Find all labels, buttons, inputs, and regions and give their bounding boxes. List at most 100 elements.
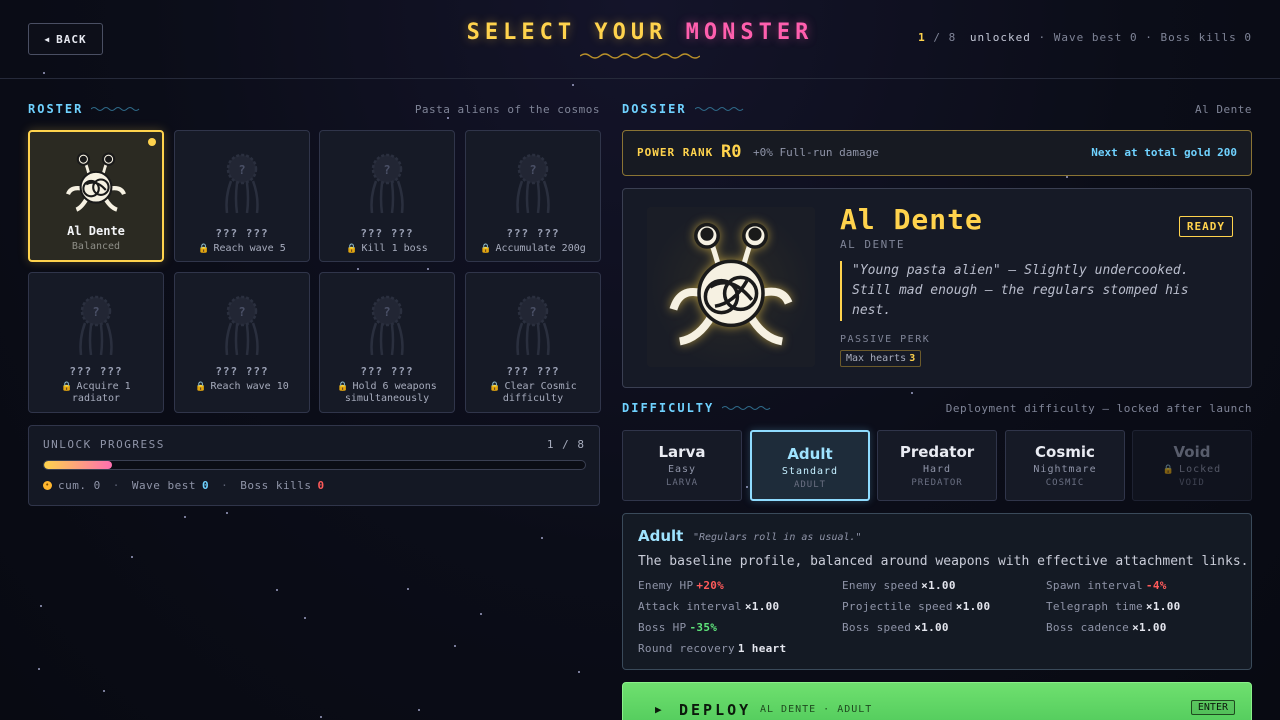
card-name: ??? ??? [506, 365, 560, 378]
stat-value: -35% [689, 621, 718, 634]
squiggle-icon [694, 107, 743, 111]
difficulty-option-adult[interactable]: Adult Standard ADULT [750, 430, 870, 501]
deploy-sub: AL DENTE · ADULT [760, 704, 873, 715]
enter-key-hint: ENTER [1190, 700, 1235, 715]
difficulty-sub: Hard [922, 464, 952, 475]
difficulty-sub: Nightmare [1033, 464, 1097, 475]
difficulty-tag: ADULT [793, 480, 827, 490]
card-name: ??? ??? [506, 227, 560, 240]
difficulty-sub-text: Locked [1179, 464, 1222, 475]
difficulty-tag: LARVA [665, 478, 699, 488]
svg-text:?: ? [383, 163, 390, 177]
difficulty-name: Predator [899, 443, 975, 461]
difficulty-tag: VOID [1179, 478, 1205, 488]
monster-portrait [647, 207, 815, 367]
selected-dot-icon [148, 138, 156, 146]
boss-kills-label: Boss kills [240, 479, 312, 492]
locked-silhouette-icon: ? [466, 289, 600, 359]
locked-silhouette-icon: ? [175, 289, 309, 359]
card-name: ??? ??? [69, 365, 123, 378]
deploy-button[interactable]: ▶ DEPLOY AL DENTE · ADULT ENTER [622, 682, 1252, 720]
roster-card-locked[interactable]: ? ??? ??? 🔒 Reach wave 10 [174, 272, 310, 413]
card-requirement-text: Clear Cosmic difficulty [502, 381, 577, 404]
difficulty-option-cosmic[interactable]: Cosmic Nightmare COSMIC [1005, 430, 1125, 501]
wave-best-label: Wave best [131, 479, 196, 492]
unlock-progress-title: UNLOCK PROGRESS [43, 438, 165, 451]
roster-card-locked[interactable]: ? ??? ??? 🔒 Clear Cosmic difficulty [465, 272, 601, 413]
stat-value: ×1.00 [914, 621, 949, 634]
lock-icon: 🔒 [198, 244, 210, 254]
difficulty-option-larva[interactable]: Larva Easy LARVA [622, 430, 742, 501]
power-rank-next: Next at total gold 200 [1091, 146, 1237, 159]
difficulty-detail-panel: Adult "Regulars roll in as usual." The b… [622, 513, 1252, 670]
difficulty-detail-name: Adult [638, 527, 684, 545]
stat-attack-interval: Attack interval ×1.00 [638, 600, 779, 613]
header-wave-best: Wave best 0 [1053, 31, 1138, 44]
power-rank-desc: +0% Full-run damage [753, 146, 879, 159]
stat-label: Enemy HP [638, 579, 694, 592]
stat-round-recovery: Round recovery 1 heart [638, 642, 786, 655]
stat-boss-speed: Boss speed ×1.00 [842, 621, 949, 634]
card-requirement: 🔒 Acquire 1 radiator [37, 381, 155, 405]
svg-text:?: ? [92, 305, 99, 319]
difficulty-option-void[interactable]: Void 🔒 Locked VOID [1132, 430, 1252, 501]
unlock-progress-panel: UNLOCK PROGRESS 1 / 8 • cum. 0 · Wave be… [28, 425, 600, 506]
monster-code: AL DENTE [840, 238, 905, 251]
stat-boss-hp: Boss HP -35% [638, 621, 717, 634]
roster-card-locked[interactable]: ? ??? ??? 🔒 Reach wave 5 [174, 130, 310, 262]
roster-card-locked[interactable]: ? ??? ??? 🔒 Acquire 1 radiator [28, 272, 164, 413]
header-stats: 1 / 8 unlocked · Wave best 0 · Boss kill… [918, 31, 1252, 44]
roster-card-locked[interactable]: ? ??? ??? 🔒 Accumulate 200g [465, 130, 601, 262]
monster-quote: "Young pasta alien" — Slightly undercook… [840, 261, 1210, 321]
card-name: ??? ??? [360, 227, 414, 240]
stat-spawn-interval: Spawn interval -4% [1046, 579, 1167, 592]
stat-label: Boss cadence [1046, 621, 1130, 634]
roster-card-locked[interactable]: ? ??? ??? 🔒 Hold 6 weapons simultaneously [319, 272, 455, 413]
dossier-card: Al Dente AL DENTE READY "Young pasta ali… [622, 188, 1252, 388]
difficulty-sub: Easy [667, 464, 697, 475]
difficulty-name: Adult [787, 445, 833, 463]
top-bar: ◀ BACK SELECT YOUR MONSTER 1 / 8 unlocke… [0, 0, 1280, 79]
difficulty-name: Cosmic [1035, 443, 1095, 461]
difficulty-tag: COSMIC [1045, 478, 1085, 488]
difficulty-option-predator[interactable]: Predator Hard PREDATOR [877, 430, 997, 501]
unlock-progress-count: 1 / 8 [546, 438, 585, 451]
cum-gold: cum. 0 [58, 479, 101, 492]
roster-card-al-dente[interactable]: Al Dente Balanced [28, 130, 164, 262]
card-name: ??? ??? [215, 365, 269, 378]
monster-name: Al Dente [840, 203, 983, 236]
lock-icon: 🔒 [480, 244, 492, 254]
card-name: Al Dente [67, 224, 125, 238]
stat-label: Telegraph time [1046, 600, 1143, 613]
svg-text:?: ? [238, 163, 245, 177]
locked-silhouette-icon: ? [29, 289, 163, 359]
difficulty-tag: PREDATOR [911, 478, 963, 488]
power-rank-value: R0 [721, 142, 742, 162]
difficulty-sub: Standard [781, 466, 839, 477]
unlock-progress-bar [43, 460, 586, 470]
card-requirement-text: Acquire 1 radiator [71, 381, 131, 404]
card-name: ??? ??? [215, 227, 269, 240]
unlock-progress-fill [44, 461, 112, 469]
header-boss-kills: Boss kills 0 [1160, 31, 1252, 44]
lock-icon: 🔒 [1162, 465, 1176, 475]
difficulty-note: Deployment difficulty — locked after lau… [945, 402, 1252, 415]
passive-perk-label: PASSIVE PERK [840, 334, 931, 345]
difficulty-detail-desc: The baseline profile, balanced around we… [638, 554, 1249, 569]
lock-icon: 🔒 [489, 382, 501, 392]
pasta-monster-icon [669, 222, 793, 346]
lock-icon: 🔒 [195, 382, 207, 392]
lock-icon: 🔒 [337, 382, 349, 392]
squiggle-icon [91, 107, 140, 111]
stat-label: Boss speed [842, 621, 912, 634]
difficulty-sub: 🔒 Locked [1133, 464, 1251, 475]
roster-card-locked[interactable]: ? ??? ??? 🔒 Kill 1 boss [319, 130, 455, 262]
stat-label: Projectile speed [842, 600, 953, 613]
difficulty-detail-quote: "Regulars roll in as usual." [693, 532, 862, 543]
difficulty-name: Void [1173, 443, 1211, 461]
dossier-note: Al Dente [1195, 103, 1252, 116]
title-squiggle-icon [580, 53, 700, 59]
card-requirement-text: Accumulate 200g [495, 243, 586, 254]
title-part-2: MONSTER [685, 20, 814, 45]
perk-value: 3 [909, 353, 916, 364]
